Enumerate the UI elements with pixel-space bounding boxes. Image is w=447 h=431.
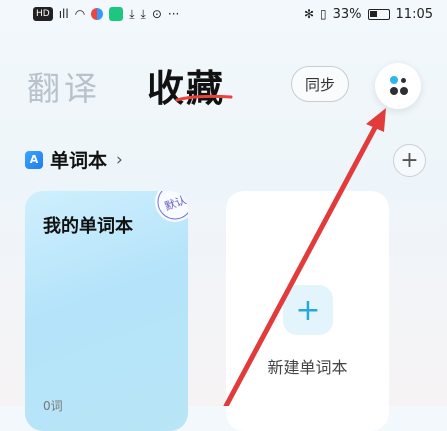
menu-button[interactable] — [375, 63, 421, 109]
my-wordbook-card[interactable]: 我的单词本 默认 0词 — [25, 191, 188, 431]
chevron-right-icon: › — [116, 149, 123, 170]
plus-icon: + — [283, 285, 333, 335]
hd-icon: HD — [33, 7, 53, 21]
new-wordbook-card[interactable]: + 新建单词本 — [226, 191, 389, 431]
wifi-icon: ◠ — [74, 7, 86, 21]
download-icon: ⤓ — [129, 7, 135, 21]
signal-icon: ıll — [58, 7, 69, 21]
battery-percent: 33% — [332, 6, 362, 22]
bluetooth-icon: ✻ — [303, 7, 315, 21]
status-left-icons: HD ıll ◠ ⤓ ⤓ ⊙ ··· — [33, 6, 179, 22]
menu-dot-icon — [390, 76, 398, 84]
app-icon-green — [109, 7, 124, 21]
sync-label: 同步 — [304, 75, 335, 94]
battery-icon — [367, 8, 390, 20]
wordbook-section-header[interactable]: A 单词本 › — [25, 146, 123, 173]
wordbook-icon: A — [25, 150, 43, 169]
wordbook-title: 我的单词本 — [43, 216, 133, 237]
status-bar: HD ıll ◠ ⤓ ⤓ ⊙ ··· ✻ ▯ 33% 11:05 — [0, 0, 447, 32]
sync-button[interactable]: 同步 — [291, 66, 349, 102]
menu-dot-icon — [401, 78, 406, 83]
active-tab-underline — [175, 94, 233, 102]
clock: 11:05 — [395, 6, 433, 22]
download-icon-2: ⤓ — [140, 7, 146, 21]
tab-favorites[interactable]: 收藏 — [147, 58, 225, 112]
menu-dot-icon — [390, 87, 398, 95]
section-title: 单词本 — [50, 150, 108, 172]
tab-translate[interactable]: 翻译 — [27, 62, 101, 110]
new-wordbook-label: 新建单词本 — [267, 358, 348, 377]
vibrate-icon: ▯ — [320, 7, 327, 21]
status-right: ✻ ▯ 33% 11:05 — [304, 6, 433, 22]
settings-icon: ⊙ — [151, 7, 162, 21]
default-badge: 默认 — [155, 191, 188, 222]
add-wordbook-button[interactable]: + — [393, 144, 426, 177]
more-dots-icon: ··· — [167, 7, 180, 21]
plus-icon: + — [400, 148, 419, 173]
app-icon — [91, 8, 104, 20]
menu-dot-icon — [400, 87, 408, 95]
